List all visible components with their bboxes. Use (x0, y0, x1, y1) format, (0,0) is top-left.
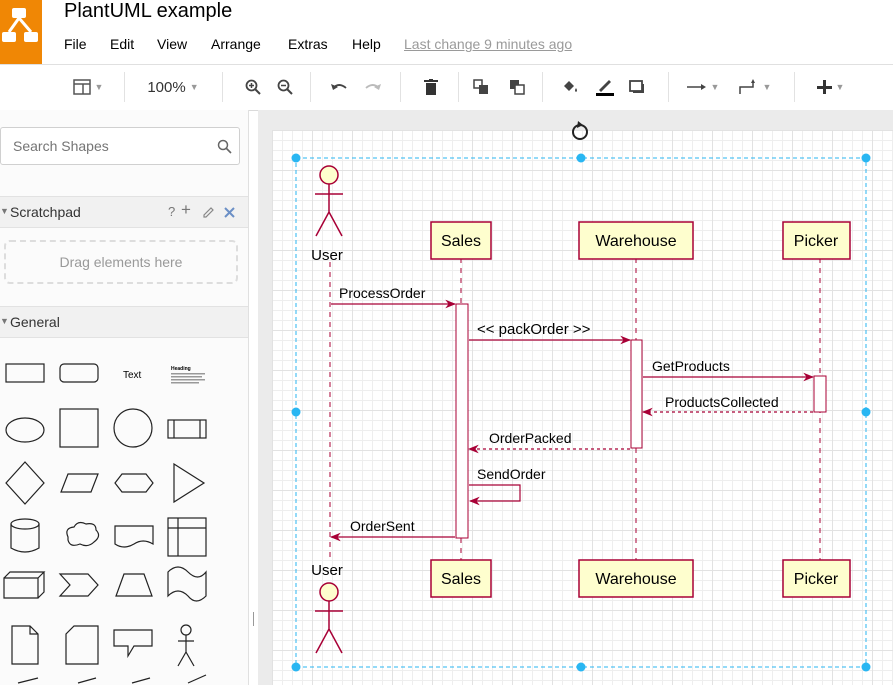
warehouse-label-top: Warehouse (595, 233, 676, 250)
send-order-arrow (468, 484, 521, 506)
warehouse-activation (630, 339, 643, 449)
send-order-label: SendOrder (477, 466, 546, 482)
user-actor-top-icon[interactable] (315, 165, 343, 237)
warehouse-label-bottom: Warehouse (595, 571, 676, 588)
user-label-top: User (311, 247, 343, 264)
resize-handle-e (861, 407, 871, 417)
resize-handle-se (861, 662, 871, 672)
order-sent-label: OrderSent (350, 518, 415, 534)
order-packed-label: OrderPacked (489, 430, 571, 446)
picker-label-bottom: Picker (794, 571, 839, 588)
resize-handle-n (576, 153, 586, 163)
rotate-handle-icon[interactable] (572, 121, 588, 140)
user-label-bottom: User (311, 562, 343, 579)
resize-handle-sw (291, 662, 301, 672)
picker-activation (813, 375, 827, 413)
products-collected-label: ProductsCollected (665, 394, 779, 410)
sequence-diagram[interactable]: User User Sales Warehouse Picker Sales W… (0, 0, 893, 685)
resize-handle-ne (861, 153, 871, 163)
pack-order-label: << packOrder >> (477, 321, 591, 338)
sales-label-bottom: Sales (441, 571, 481, 588)
sales-label-top: Sales (441, 233, 481, 250)
process-order-label: ProcessOrder (339, 285, 426, 301)
resize-handle-nw (291, 153, 301, 163)
resize-handle-s (576, 662, 586, 672)
user-actor-bottom-icon[interactable] (315, 582, 343, 654)
sales-activation (455, 303, 469, 539)
picker-label-top: Picker (794, 233, 839, 250)
get-products-label: GetProducts (652, 358, 730, 374)
resize-handle-w (291, 407, 301, 417)
